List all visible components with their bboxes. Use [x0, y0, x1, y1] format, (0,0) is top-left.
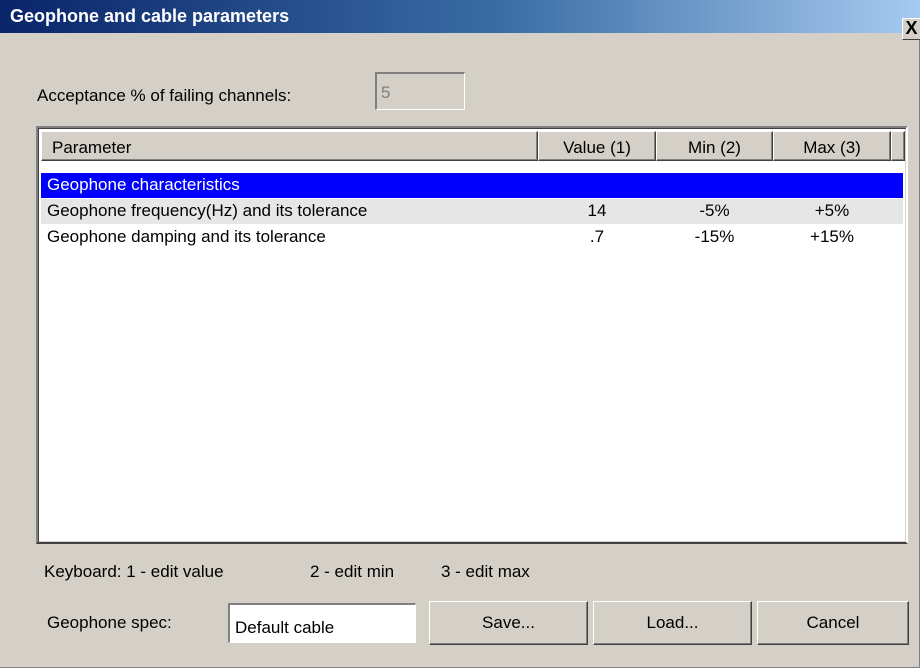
table-row[interactable]: Geophone damping and its tolerance .7 -1…: [41, 225, 903, 250]
geophone-spec-label: Geophone spec:: [47, 613, 172, 632]
list-header: Parameter Value (1) Min (2) Max (3): [41, 131, 905, 161]
table-row[interactable]: Geophone frequency(Hz) and its tolerance…: [41, 199, 903, 224]
row-parameter: Geophone damping and its tolerance: [47, 227, 326, 246]
row-value: 14: [587, 201, 607, 220]
geophone-spec-input[interactable]: [228, 603, 416, 643]
row-min: -5%: [699, 201, 730, 220]
column-header-min[interactable]: Min (2): [656, 131, 773, 161]
row-value: .7: [589, 227, 605, 246]
column-header-parameter[interactable]: Parameter: [41, 131, 538, 161]
close-icon[interactable]: X: [902, 18, 920, 40]
parameter-list[interactable]: Parameter Value (1) Min (2) Max (3) Geop…: [36, 126, 908, 544]
row-max: +5%: [814, 201, 850, 220]
cancel-button[interactable]: Cancel: [757, 601, 909, 645]
row-min: -15%: [694, 227, 735, 246]
column-header-filler: [891, 131, 905, 161]
save-button[interactable]: Save...: [429, 601, 588, 645]
keyboard-hint-value: Keyboard: 1 - edit value: [44, 562, 224, 581]
column-header-max[interactable]: Max (3): [773, 131, 891, 161]
geophone-cable-dialog: Geophone and cable parameters X Acceptan…: [0, 0, 920, 668]
acceptance-label: Acceptance % of failing channels:: [37, 86, 292, 105]
row-max: +15%: [810, 227, 854, 246]
load-button[interactable]: Load...: [593, 601, 752, 645]
row-parameter: Geophone frequency(Hz) and its tolerance: [47, 201, 368, 220]
title-bar[interactable]: Geophone and cable parameters X: [0, 0, 920, 40]
group-row[interactable]: Geophone characteristics: [41, 173, 903, 198]
group-label: Geophone characteristics: [47, 175, 240, 194]
keyboard-hint-min: 2 - edit min: [310, 562, 395, 581]
dialog-title: Geophone and cable parameters: [10, 6, 290, 26]
column-header-value[interactable]: Value (1): [538, 131, 656, 161]
keyboard-hint-max: 3 - edit max: [441, 562, 530, 581]
acceptance-field: 5: [375, 72, 465, 110]
